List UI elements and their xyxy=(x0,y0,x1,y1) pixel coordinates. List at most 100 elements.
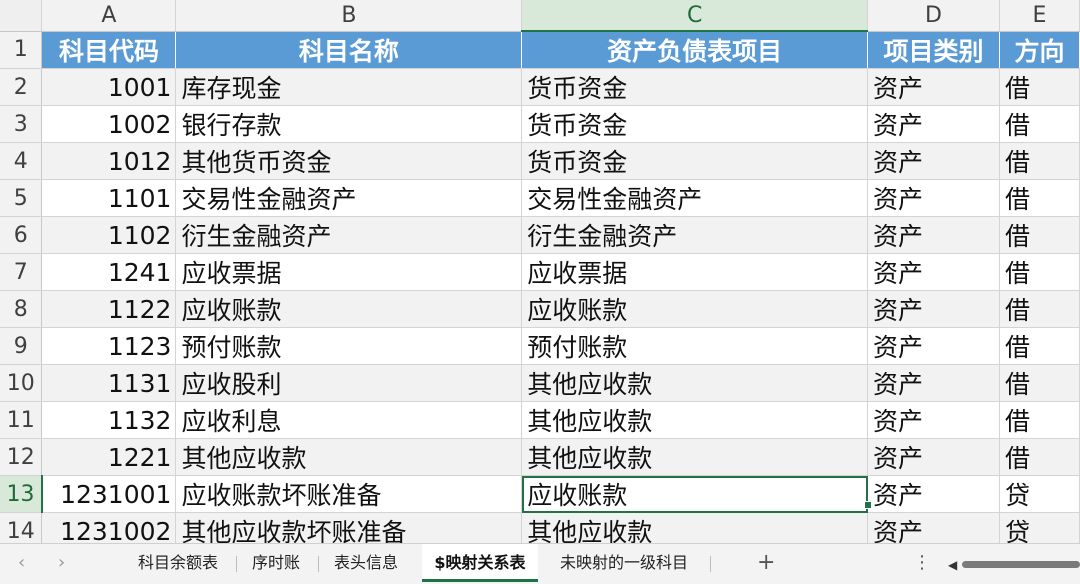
column-header-d[interactable]: D xyxy=(867,0,1000,32)
cell-name[interactable]: 其他应收款 xyxy=(175,438,523,476)
prev-sheet-icon[interactable]: ‹ xyxy=(18,552,25,573)
row-number[interactable]: 4 xyxy=(0,142,43,180)
cell-category[interactable]: 资产 xyxy=(867,216,1000,254)
select-all-corner[interactable] xyxy=(0,0,43,32)
cell-category[interactable]: 资产 xyxy=(867,327,1000,365)
cell-code[interactable]: 1123 xyxy=(41,327,177,365)
cell-name[interactable]: 应收股利 xyxy=(175,364,523,402)
cell-code[interactable]: 1231001 xyxy=(41,475,177,513)
cell-direction[interactable]: 借 xyxy=(999,179,1080,217)
cell-code[interactable]: 1132 xyxy=(41,401,177,439)
cell-name[interactable]: 应收账款 xyxy=(175,290,523,328)
cell-direction[interactable]: 借 xyxy=(999,438,1080,476)
cell-category[interactable]: 资产 xyxy=(867,253,1000,291)
header-cell-direction[interactable]: 方向 xyxy=(999,31,1080,69)
cell-direction[interactable]: 借 xyxy=(999,327,1080,365)
cell-category[interactable]: 资产 xyxy=(867,438,1000,476)
cell-direction[interactable]: 贷 xyxy=(999,475,1080,513)
row-number[interactable]: 12 xyxy=(0,438,43,476)
cell-category[interactable]: 资产 xyxy=(867,179,1000,217)
header-cell-item[interactable]: 资产负债表项目 xyxy=(521,31,869,69)
cell-code[interactable]: 1241 xyxy=(41,253,177,291)
fill-handle[interactable] xyxy=(864,501,872,509)
cell-category[interactable]: 资产 xyxy=(867,290,1000,328)
tab-journal[interactable]: 序时账 xyxy=(240,544,312,582)
row-number[interactable]: 10 xyxy=(0,364,43,402)
row-number[interactable]: 2 xyxy=(0,68,43,106)
cell-name[interactable]: 预付账款 xyxy=(175,327,523,365)
cell-item[interactable]: 货币资金 xyxy=(521,142,869,180)
tab-unmapped-accounts[interactable]: 未映射的一级科目 xyxy=(544,544,704,582)
cell-direction[interactable]: 借 xyxy=(999,401,1080,439)
cell-direction[interactable]: 借 xyxy=(999,142,1080,180)
cell-item[interactable]: 其他应收款 xyxy=(521,401,869,439)
cell-item[interactable]: 其他应收款 xyxy=(521,364,869,402)
row-number[interactable]: 1 xyxy=(0,31,43,69)
cell-item[interactable]: 其他应收款 xyxy=(521,438,869,476)
cell-direction[interactable]: 借 xyxy=(999,68,1080,106)
cell-name[interactable]: 应收票据 xyxy=(175,253,523,291)
horizontal-scrollbar[interactable]: ◀ xyxy=(948,558,1080,572)
row-number[interactable]: 9 xyxy=(0,327,43,365)
column-header-c[interactable]: C xyxy=(521,0,869,32)
row-number[interactable]: 7 xyxy=(0,253,43,291)
tab-header-info[interactable]: 表头信息 xyxy=(322,544,410,582)
cell-code[interactable]: 1102 xyxy=(41,216,177,254)
scrollbar-thumb[interactable] xyxy=(962,561,1080,568)
cell-direction[interactable]: 借 xyxy=(999,105,1080,143)
cell-category[interactable]: 资产 xyxy=(867,142,1000,180)
cell-name[interactable]: 其他货币资金 xyxy=(175,142,523,180)
cell-item[interactable]: 应收账款 xyxy=(521,290,869,328)
header-cell-category[interactable]: 项目类别 xyxy=(867,31,1000,69)
cell-item[interactable]: 货币资金 xyxy=(521,68,869,106)
row-number[interactable]: 3 xyxy=(0,105,43,143)
cell-code[interactable]: 1122 xyxy=(41,290,177,328)
cell-category[interactable]: 资产 xyxy=(867,105,1000,143)
table-row: 13 1231001 应收账款坏账准备 应收账款 资产 贷 xyxy=(0,475,1080,513)
row-number[interactable]: 11 xyxy=(0,401,43,439)
cell-name[interactable]: 库存现金 xyxy=(175,68,523,106)
cell-item[interactable]: 应收票据 xyxy=(521,253,869,291)
cell-name[interactable]: 交易性金融资产 xyxy=(175,179,523,217)
cell-item[interactable]: 交易性金融资产 xyxy=(521,179,869,217)
next-sheet-icon[interactable]: › xyxy=(58,552,65,573)
add-sheet-button[interactable]: + xyxy=(757,550,775,575)
cell-code[interactable]: 1012 xyxy=(41,142,177,180)
cell-code[interactable]: 1221 xyxy=(41,438,177,476)
active-cell[interactable]: 应收账款 xyxy=(521,475,869,513)
cell-name[interactable]: 应收账款坏账准备 xyxy=(175,475,523,513)
cell-category[interactable]: 资产 xyxy=(867,364,1000,402)
column-header-b[interactable]: B xyxy=(175,0,523,32)
cell-name[interactable]: 银行存款 xyxy=(175,105,523,143)
more-options-icon[interactable]: ⋮ xyxy=(913,552,931,573)
table-row: 9 1123 预付账款 预付账款 资产 借 xyxy=(0,327,1080,365)
cell-direction[interactable]: 借 xyxy=(999,290,1080,328)
row-number-selected[interactable]: 13 xyxy=(0,475,43,513)
cell-direction[interactable]: 借 xyxy=(999,253,1080,291)
table-row: 8 1122 应收账款 应收账款 资产 借 xyxy=(0,290,1080,328)
row-number[interactable]: 5 xyxy=(0,179,43,217)
cell-code[interactable]: 1131 xyxy=(41,364,177,402)
cell-code[interactable]: 1001 xyxy=(41,68,177,106)
column-header-e[interactable]: E xyxy=(999,0,1080,32)
cell-code[interactable]: 1002 xyxy=(41,105,177,143)
cell-direction[interactable]: 借 xyxy=(999,216,1080,254)
cell-item[interactable]: 货币资金 xyxy=(521,105,869,143)
row-number[interactable]: 6 xyxy=(0,216,43,254)
column-header-a[interactable]: A xyxy=(41,0,177,32)
cell-item[interactable]: 预付账款 xyxy=(521,327,869,365)
scroll-left-icon[interactable]: ◀ xyxy=(948,558,957,572)
tab-mapping[interactable]: $映射关系表 xyxy=(422,544,538,582)
header-cell-code[interactable]: 科目代码 xyxy=(41,31,177,69)
cell-name[interactable]: 应收利息 xyxy=(175,401,523,439)
cell-category[interactable]: 资产 xyxy=(867,475,1000,513)
row-number[interactable]: 8 xyxy=(0,290,43,328)
tab-account-balance[interactable]: 科目余额表 xyxy=(124,544,232,582)
cell-name[interactable]: 衍生金融资产 xyxy=(175,216,523,254)
header-cell-name[interactable]: 科目名称 xyxy=(175,31,523,69)
cell-direction[interactable]: 借 xyxy=(999,364,1080,402)
cell-category[interactable]: 资产 xyxy=(867,68,1000,106)
cell-item[interactable]: 衍生金融资产 xyxy=(521,216,869,254)
cell-category[interactable]: 资产 xyxy=(867,401,1000,439)
cell-code[interactable]: 1101 xyxy=(41,179,177,217)
